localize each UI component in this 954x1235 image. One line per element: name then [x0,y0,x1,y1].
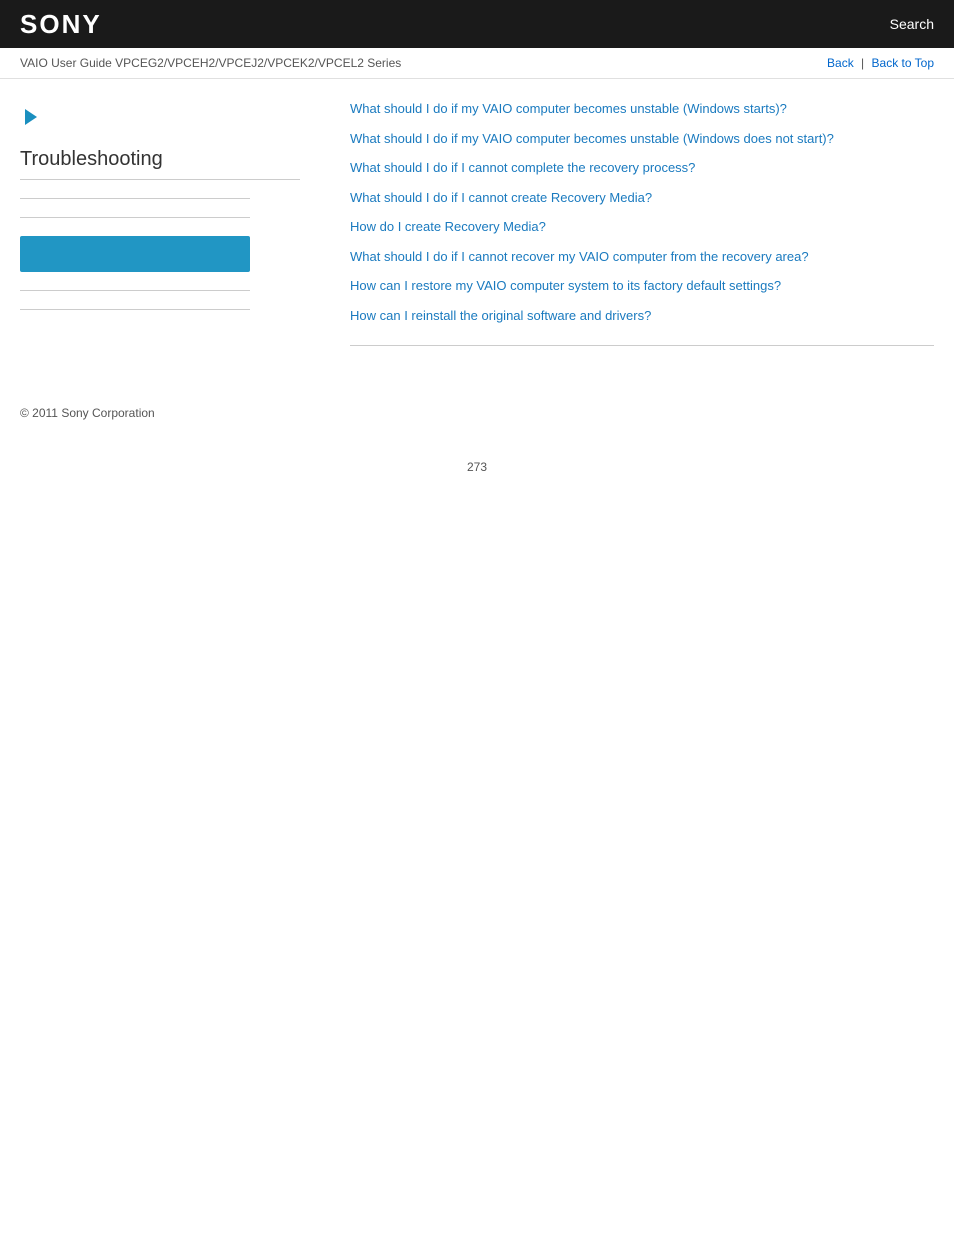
copyright-text: © 2011 Sony Corporation [20,406,155,420]
back-link[interactable]: Back [827,56,854,70]
content-links-list: What should I do if my VAIO computer bec… [350,99,934,325]
list-item: What should I do if my VAIO computer bec… [350,99,934,119]
list-item: What should I do if I cannot recover my … [350,247,934,267]
sidebar-line-2 [20,217,250,218]
nav-separator: | [861,56,864,70]
list-item: What should I do if I cannot complete th… [350,158,934,178]
main-content: Troubleshooting What should I do if my V… [0,79,954,386]
sidebar-section-title: Troubleshooting [20,148,300,180]
content-link-4[interactable]: What should I do if I cannot create Reco… [350,190,652,205]
sidebar-highlight-box[interactable] [20,236,250,272]
footer: © 2011 Sony Corporation [0,386,954,440]
list-item: What should I do if my VAIO computer bec… [350,129,934,149]
page-number: 273 [0,440,954,494]
breadcrumb-text: VAIO User Guide VPCEG2/VPCEH2/VPCEJ2/VPC… [20,56,401,70]
list-item: What should I do if I cannot create Reco… [350,188,934,208]
list-item: How do I create Recovery Media? [350,217,934,237]
sony-logo: SONY [20,9,102,40]
breadcrumb-bar: VAIO User Guide VPCEG2/VPCEH2/VPCEJ2/VPC… [0,48,954,79]
list-item: How can I restore my VAIO computer syste… [350,276,934,296]
content-divider [350,345,934,346]
sidebar: Troubleshooting [20,99,320,366]
sidebar-line-1 [20,198,250,199]
content-area: What should I do if my VAIO computer bec… [320,99,934,366]
content-link-1[interactable]: What should I do if my VAIO computer bec… [350,101,787,116]
sidebar-line-4 [20,309,250,310]
back-to-top-link[interactable]: Back to Top [872,56,934,70]
content-link-3[interactable]: What should I do if I cannot complete th… [350,160,695,175]
header-bar: SONY Search [0,0,954,48]
content-link-6[interactable]: What should I do if I cannot recover my … [350,249,809,264]
sidebar-line-3 [20,290,250,291]
chevron-right-icon [25,109,37,125]
nav-links: Back | Back to Top [827,56,934,70]
list-item: How can I reinstall the original softwar… [350,306,934,326]
content-link-2[interactable]: What should I do if my VAIO computer bec… [350,131,834,146]
content-link-8[interactable]: How can I reinstall the original softwar… [350,308,651,323]
content-link-7[interactable]: How can I restore my VAIO computer syste… [350,278,781,293]
content-link-5[interactable]: How do I create Recovery Media? [350,219,546,234]
search-button[interactable]: Search [890,16,934,32]
